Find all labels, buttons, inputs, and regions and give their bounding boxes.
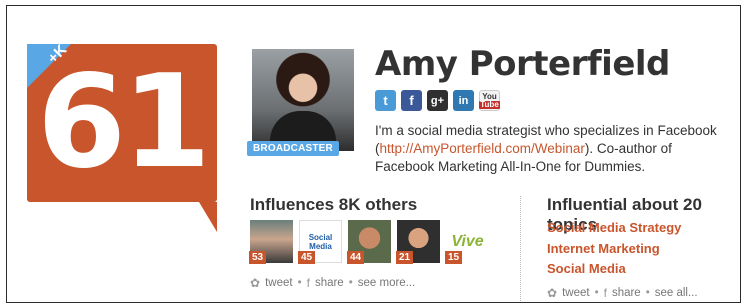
separator: •: [594, 287, 599, 299]
topic-link[interactable]: Social Media Strategy: [547, 218, 681, 239]
youtube-tube: Tube: [479, 99, 500, 109]
influenced-person[interactable]: Social Media 45: [298, 220, 342, 264]
twitter-icon[interactable]: t: [375, 90, 396, 111]
logo-line1: Social: [308, 232, 333, 242]
share-link[interactable]: share: [612, 287, 641, 299]
topic-link[interactable]: Social Media: [547, 259, 681, 280]
avatar[interactable]: [252, 49, 354, 151]
person-score: 15: [445, 251, 463, 264]
section-divider: [520, 196, 521, 301]
facebook-icon[interactable]: f: [401, 90, 422, 111]
youtube-icon[interactable]: You Tube: [479, 90, 500, 111]
influenced-person[interactable]: 44: [347, 220, 391, 264]
person-score: 21: [396, 251, 414, 264]
influences-actions: ✿ tweet • f share • see more...: [250, 276, 415, 290]
broadcaster-badge: BROADCASTER: [247, 141, 339, 156]
social-links: t f g+ in You Tube: [375, 90, 500, 111]
topics-list: Social Media Strategy Internet Marketing…: [547, 218, 681, 280]
tweet-link[interactable]: tweet: [562, 287, 590, 299]
influenced-people: 53 Social Media 45 44 21 Vive 15: [249, 220, 489, 264]
separator: •: [348, 277, 353, 289]
topic-link[interactable]: Internet Marketing: [547, 239, 681, 260]
influenced-person[interactable]: 21: [396, 220, 440, 264]
logo-line2: Media: [309, 241, 332, 251]
topics-actions: ✿ tweet • f share • see all...: [547, 286, 698, 300]
see-all-link[interactable]: see all...: [655, 287, 698, 299]
facebook-small-icon: f: [603, 286, 607, 300]
see-more-link[interactable]: see more...: [358, 277, 416, 289]
influenced-person[interactable]: 53: [249, 220, 293, 264]
influences-heading: Influences 8K others: [250, 195, 418, 214]
googleplus-icon[interactable]: g+: [427, 90, 448, 111]
person-score: 53: [249, 251, 267, 264]
bird-icon: ✿: [250, 276, 261, 290]
influenced-person[interactable]: Vive 15: [445, 220, 489, 264]
bird-icon: ✿: [547, 286, 558, 300]
profile-bio: I'm a social media strategist who specia…: [375, 122, 730, 176]
person-score: 45: [298, 251, 316, 264]
share-link[interactable]: share: [315, 277, 344, 289]
person-score: 44: [347, 251, 365, 264]
linkedin-icon[interactable]: in: [453, 90, 474, 111]
profile-card: 61 +K BROADCASTER Amy Porterfield t f g+…: [6, 5, 741, 303]
separator: •: [297, 277, 302, 289]
score-badge-tail: [199, 202, 217, 232]
facebook-small-icon: f: [306, 276, 310, 290]
bio-link[interactable]: http://AmyPorterfield.com/Webinar: [380, 141, 585, 156]
tweet-link[interactable]: tweet: [265, 277, 293, 289]
profile-name: Amy Porterfield: [375, 44, 670, 84]
separator: •: [645, 287, 650, 299]
